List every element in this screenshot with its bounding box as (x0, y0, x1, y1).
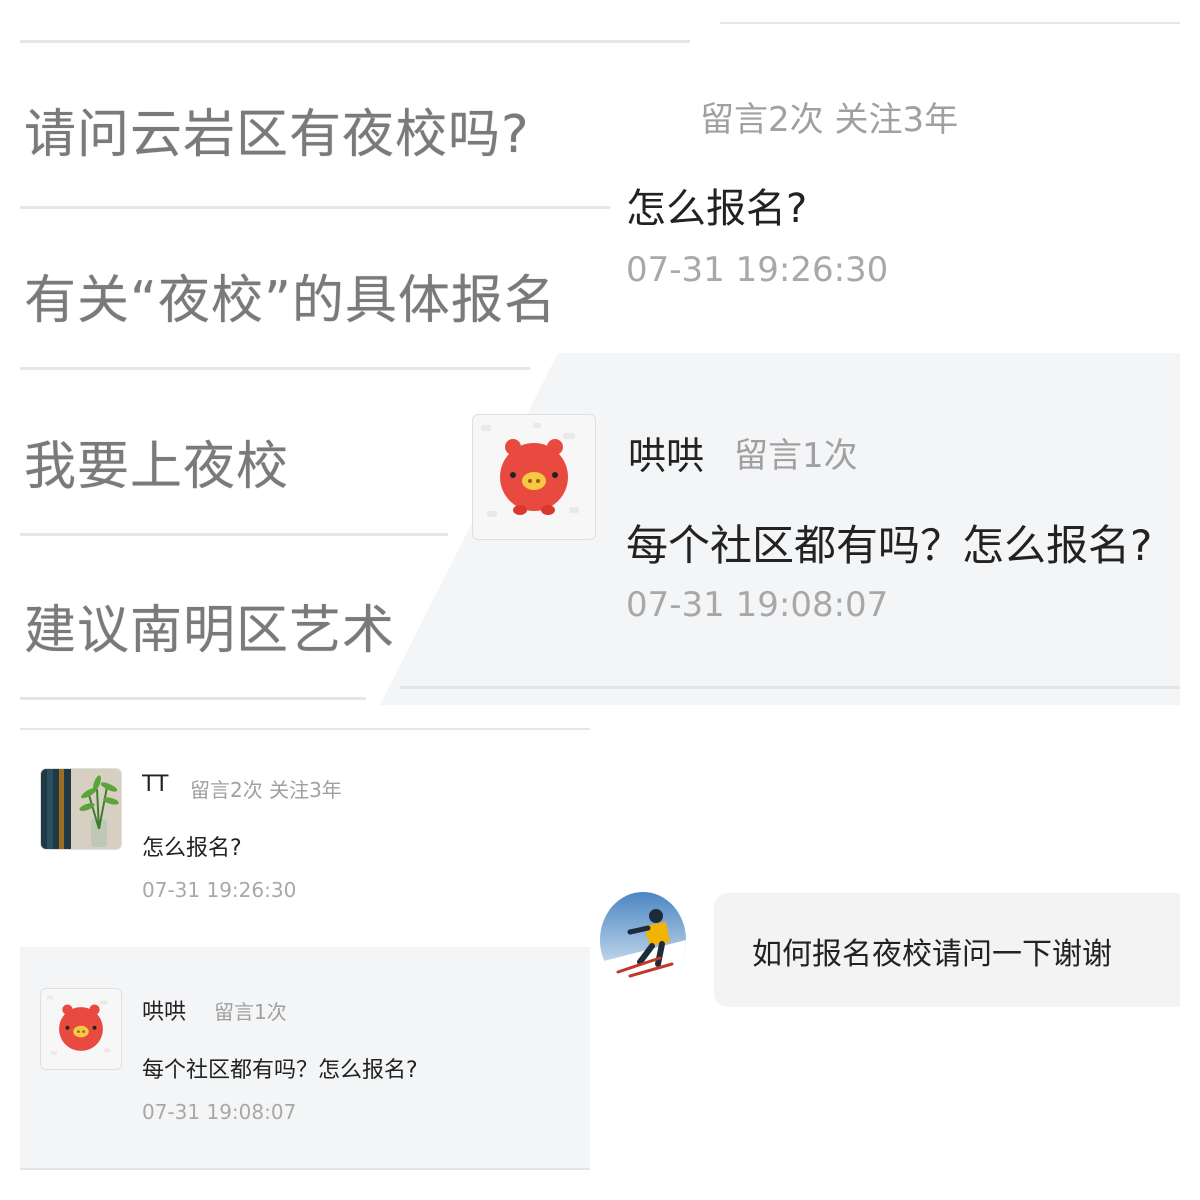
comment-timestamp: 07-31 19:08:07 (626, 585, 889, 625)
avatar[interactable] (600, 892, 686, 988)
commenter-name[interactable]: TT (142, 772, 169, 797)
divider (20, 697, 366, 700)
divider (720, 22, 1180, 24)
plant-avatar (41, 769, 121, 849)
divider (400, 686, 1180, 689)
divider (20, 728, 590, 730)
divider (20, 533, 448, 536)
comment-content: 怎么报名? (626, 186, 808, 232)
comment-content: 每个社区都有吗？怎么报名? (626, 521, 1153, 570)
comment-timestamp: 07-31 19:26:30 (142, 878, 297, 902)
comment-count: 留言1次 (734, 436, 858, 476)
comment-meta: 留言1次 (214, 1000, 287, 1024)
skier-avatar (600, 892, 686, 988)
divider (20, 1168, 590, 1170)
pig-icon (46, 995, 111, 1055)
question-item-4[interactable]: 建议南明区艺术 (24, 588, 424, 663)
commenter-name[interactable]: 哄哄 (142, 994, 186, 1026)
commenter-name[interactable]: 哄哄 (628, 425, 704, 480)
avatar[interactable] (40, 988, 122, 1070)
comment-meta: 留言2次 关注3年 (190, 778, 342, 802)
question-item-1[interactable]: 请问云岩区有夜校吗? (24, 92, 594, 167)
divider (20, 40, 690, 43)
comment-timestamp: 07-31 19:26:30 (626, 250, 889, 290)
question-item-3[interactable]: 我要上夜校 (24, 424, 444, 499)
comment-timestamp: 07-31 19:08:07 (142, 1100, 297, 1124)
comment-meta: 留言2次 关注3年 (700, 100, 959, 140)
chat-text: 如何报名夜校请问一下谢谢 (752, 937, 1112, 972)
question-item-2[interactable]: 有关“夜校”的具体报名 (24, 258, 576, 333)
pig-icon (481, 423, 579, 517)
comment-content: 怎么报名? (142, 836, 242, 861)
divider (20, 206, 610, 209)
divider (20, 367, 530, 370)
avatar[interactable] (40, 768, 122, 850)
avatar[interactable] (472, 414, 596, 540)
comment-content: 每个社区都有吗？怎么报名? (142, 1058, 418, 1083)
